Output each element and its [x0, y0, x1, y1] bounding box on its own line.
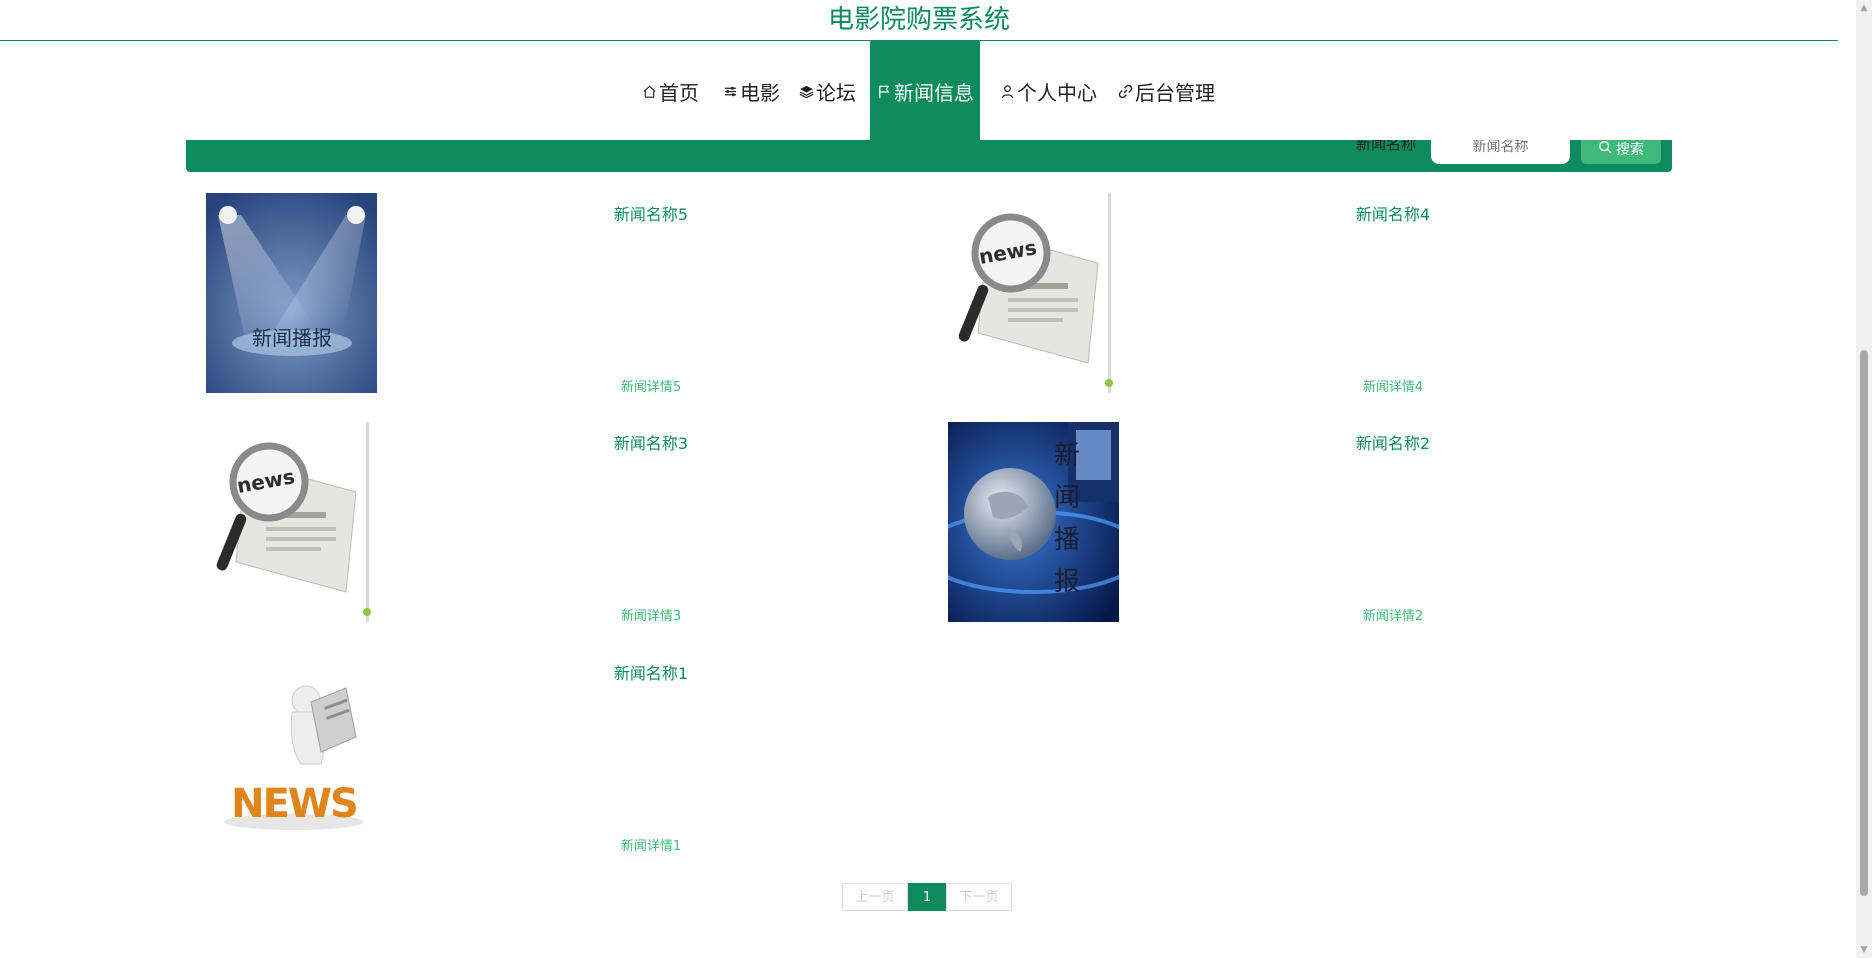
search-label: 新闻名称 — [1356, 140, 1417, 153]
news-card[interactable]: 新 闻 播 报 新闻名称2 新闻详情2 — [948, 422, 1688, 624]
scrollbar[interactable]: ▲ ▼ — [1856, 0, 1872, 958]
news-detail[interactable]: 新闻详情2 — [1248, 605, 1538, 624]
nav-item-admin[interactable]: 后台管理 — [1117, 41, 1215, 141]
nav-item-forum[interactable]: 论坛 — [798, 41, 856, 141]
main-nav: 首页 电影 论坛 新闻信息 个人中心 后台管理 — [0, 41, 1838, 141]
thumbnail-caption: 报 — [1054, 567, 1080, 597]
thumbnail-caption: 新闻播报 — [252, 326, 332, 350]
news-thumbnail[interactable]: news — [206, 422, 377, 622]
nav-item-profile[interactable]: 个人中心 — [999, 41, 1097, 141]
prev-page-button[interactable]: 上一页 — [842, 883, 908, 911]
flag-icon — [876, 83, 892, 99]
site-title: 电影院购票系统 — [0, 0, 1838, 41]
search-input[interactable] — [1431, 140, 1570, 164]
news-title[interactable]: 新闻名称1 — [506, 660, 796, 684]
nav-item-home[interactable]: 首页 — [641, 41, 699, 141]
layers-icon — [798, 83, 814, 99]
news-title[interactable]: 新闻名称3 — [506, 430, 796, 454]
news-title[interactable]: 新闻名称4 — [1248, 201, 1538, 225]
news-detail[interactable]: 新闻详情5 — [506, 376, 796, 395]
news-thumbnail[interactable]: 新闻播报 — [206, 193, 377, 393]
user-icon — [999, 83, 1015, 99]
news-title[interactable]: 新闻名称2 — [1248, 430, 1538, 454]
news-thumbnail[interactable]: news — [948, 193, 1119, 393]
sliders-icon — [722, 83, 738, 99]
nav-item-label: 论坛 — [816, 80, 856, 105]
thumbnail-caption: 新 — [1054, 441, 1080, 471]
news-thumbnail[interactable]: 新 闻 播 报 — [948, 422, 1119, 622]
news-detail[interactable]: 新闻详情1 — [506, 835, 796, 854]
nav-item-label: 首页 — [659, 80, 699, 105]
link-icon — [1117, 83, 1133, 99]
news-detail[interactable]: 新闻详情4 — [1248, 376, 1538, 395]
page: 电影院购票系统 首页 电影 论坛 新闻信息 个人中心 后台管理 新闻名称 新闻名… — [0, 0, 1872, 958]
news-card[interactable]: news 新闻名称4 新闻详情4 — [948, 193, 1688, 395]
news-card[interactable]: 新闻播报 新闻名称5 新闻详情5 — [206, 193, 946, 395]
nav-item-news[interactable]: 新闻信息 — [870, 41, 980, 141]
news-detail[interactable]: 新闻详情3 — [506, 605, 796, 624]
scroll-down-arrow-icon[interactable]: ▼ — [1856, 942, 1872, 958]
news-title[interactable]: 新闻名称5 — [506, 201, 796, 225]
thumbnail-caption: 闻 — [1054, 483, 1080, 513]
scrollbar-thumb[interactable] — [1860, 350, 1868, 896]
scroll-up-arrow-icon[interactable]: ▲ — [1856, 0, 1872, 16]
next-page-button[interactable]: 下一页 — [946, 883, 1012, 911]
page-number-button[interactable]: 1 — [908, 883, 946, 911]
search-button-label: 搜索 — [1616, 142, 1644, 158]
news-thumbnail[interactable]: NEWS — [206, 652, 377, 852]
thumbnail-caption: 播 — [1054, 525, 1080, 555]
search-icon — [1598, 140, 1612, 158]
nav-item-label: 个人中心 — [1017, 80, 1097, 105]
news-card[interactable]: NEWS 新闻名称1 新闻详情1 — [206, 652, 946, 854]
nav-item-label: 新闻信息 — [894, 80, 974, 105]
thumbnail-caption: NEWS — [231, 781, 357, 827]
nav-item-label: 电影 — [740, 80, 780, 105]
nav-item-label: 后台管理 — [1135, 80, 1215, 105]
search-bar: 新闻名称 搜索 — [186, 140, 1672, 172]
nav-item-movies[interactable]: 电影 — [722, 41, 780, 141]
news-card[interactable]: news 新闻名称3 新闻详情3 — [206, 422, 946, 624]
home-icon — [641, 83, 657, 99]
pagination: 上一页 1 下一页 — [842, 883, 1012, 913]
search-button[interactable]: 搜索 — [1581, 140, 1661, 164]
